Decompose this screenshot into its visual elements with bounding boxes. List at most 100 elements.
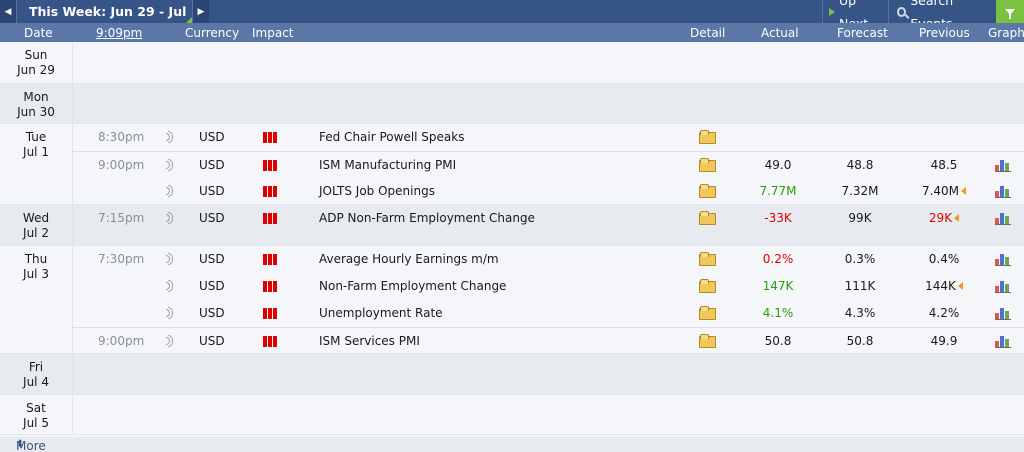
speaker-icon[interactable] [166,334,173,347]
event-previous-value: 7.40M [921,184,960,198]
event-actual: 4.1% [762,306,794,320]
day-of-week: Mon [23,90,49,104]
event-name[interactable]: Unemployment Rate [319,306,443,320]
day-events [72,395,1024,434]
week-label[interactable]: This Week: Jun 29 - Jul 5 [17,0,192,42]
header-forecast: Forecast [837,26,888,40]
filter-button[interactable] [996,0,1024,23]
day-label: Sun Jun 29 [0,42,72,78]
impact-high-icon [263,132,277,143]
day-date: Jun 29 [17,63,55,77]
day-events: 7:15pm USD ADP Non-Farm Employment Change -… [72,205,1024,245]
more-footer: ⬇ More [0,437,1024,452]
day-group: Thu Jul 3 7:30pm USD Average Hourly Earnings… [0,246,1024,354]
folder-icon[interactable] [699,184,716,198]
folder-icon[interactable] [699,334,716,348]
folder-icon[interactable] [699,252,716,266]
event-previous: 49.9 [899,334,989,348]
speaker-icon[interactable] [166,211,173,224]
event-previous: 29K [899,211,989,225]
event-previous-value: 48.5 [930,158,958,172]
next-week-button[interactable]: ▶ [192,0,209,23]
event-currency: USD [199,158,225,172]
day-date: Jul 5 [23,416,49,430]
day-group: Sun Jun 29 [0,42,1024,84]
speaker-icon[interactable] [166,130,173,143]
bar-chart-icon[interactable] [995,280,1011,293]
event-row[interactable]: 9:00pm USD ISM Manufacturing PMI 49.0 48.8 48… [73,151,1024,178]
header-date: Date [24,26,53,40]
event-name[interactable]: Non-Farm Employment Change [319,279,506,293]
event-row[interactable]: 7:15pm USD ADP Non-Farm Employment Change -… [73,205,1024,232]
impact-high-icon [263,213,277,224]
folder-icon[interactable] [699,279,716,293]
event-currency: USD [199,279,225,293]
event-name[interactable]: Average Hourly Earnings m/m [319,252,499,266]
event-forecast: 50.8 [846,334,874,348]
event-currency: USD [199,252,225,266]
event-currency: USD [199,184,225,198]
event-row[interactable]: USD JOLTS Job Openings 7.77M 7.32M 7.40M [73,178,1024,205]
event-name[interactable]: ISM Manufacturing PMI [319,158,456,172]
event-previous: 4.2% [899,306,989,320]
bar-chart-icon[interactable] [995,307,1011,320]
event-actual: 50.8 [764,334,792,348]
revised-icon[interactable] [954,214,960,222]
day-group: Mon Jun 30 [0,84,1024,124]
speaker-icon[interactable] [166,306,173,319]
revised-icon[interactable] [957,282,963,290]
day-group: Fri Jul 4 [0,354,1024,395]
search-icon [897,6,907,17]
event-row[interactable]: USD Unemployment Rate 4.1% 4.3% 4.2% [73,300,1024,327]
event-name[interactable]: Fed Chair Powell Speaks [319,130,464,144]
day-date: Jul 1 [23,145,49,159]
event-row[interactable]: 9:00pm USD ISM Services PMI 50.8 50.8 49.9 [73,327,1024,354]
bar-chart-icon[interactable] [995,185,1011,198]
event-name[interactable]: ISM Services PMI [319,334,420,348]
event-forecast: 99K [848,211,872,225]
bar-chart-icon[interactable] [995,212,1011,225]
prev-week-button[interactable]: ◀ [0,0,17,23]
event-row[interactable]: 8:30pm USD Fed Chair Powell Speaks [73,124,1024,151]
day-events: 7:30pm USD Average Hourly Earnings m/m 0.2%… [72,246,1024,353]
header-time-link[interactable]: 9:09pm [96,26,142,40]
search-events-button[interactable]: Search Events [888,0,996,31]
day-events [72,354,1024,394]
event-currency: USD [199,211,225,225]
folder-icon[interactable] [699,158,716,172]
speaker-icon[interactable] [166,252,173,265]
day-label: Sat Jul 5 [0,395,72,431]
revised-icon[interactable] [961,187,967,195]
bar-chart-icon[interactable] [995,159,1011,172]
event-forecast: 7.32M [841,184,879,198]
folder-icon[interactable] [699,130,716,144]
folder-icon[interactable] [699,211,716,225]
event-row[interactable]: USD Non-Farm Employment Change 147K 111K 144… [73,273,1024,300]
day-events [72,84,1024,123]
day-of-week: Fri [28,360,44,374]
bar-chart-icon[interactable] [995,253,1011,266]
table-header: Date 9:09pm Currency Impact Detail Actua… [0,23,1024,42]
day-date: Jul 2 [23,226,49,240]
impact-high-icon [263,336,277,347]
up-next-button[interactable]: Up Next [822,0,888,31]
event-name[interactable]: JOLTS Job Openings [319,184,435,198]
event-previous-value: 4.2% [928,306,960,320]
event-actual: 7.77M [759,184,797,198]
header-graph: Graph [988,26,1024,40]
day-group: Tue Jul 1 8:30pm USD Fed Chair Powell Speaks… [0,124,1024,205]
filter-icon [1005,8,1015,19]
event-forecast: 4.3% [844,306,876,320]
event-row[interactable]: 7:30pm USD Average Hourly Earnings m/m 0.2%… [73,246,1024,273]
speaker-icon[interactable] [166,184,173,197]
folder-icon[interactable] [699,306,716,320]
speaker-icon[interactable] [166,158,173,171]
day-of-week: Wed [22,211,50,225]
speaker-icon[interactable] [166,279,173,292]
bar-chart-icon[interactable] [995,335,1011,348]
day-group: Wed Jul 2 7:15pm USD ADP Non-Farm Employment… [0,205,1024,246]
impact-high-icon [263,281,277,292]
event-name[interactable]: ADP Non-Farm Employment Change [319,211,535,225]
day-events: 8:30pm USD Fed Chair Powell Speaks 9:00pm US… [72,124,1024,204]
day-label: Tue Jul 1 [0,124,72,160]
